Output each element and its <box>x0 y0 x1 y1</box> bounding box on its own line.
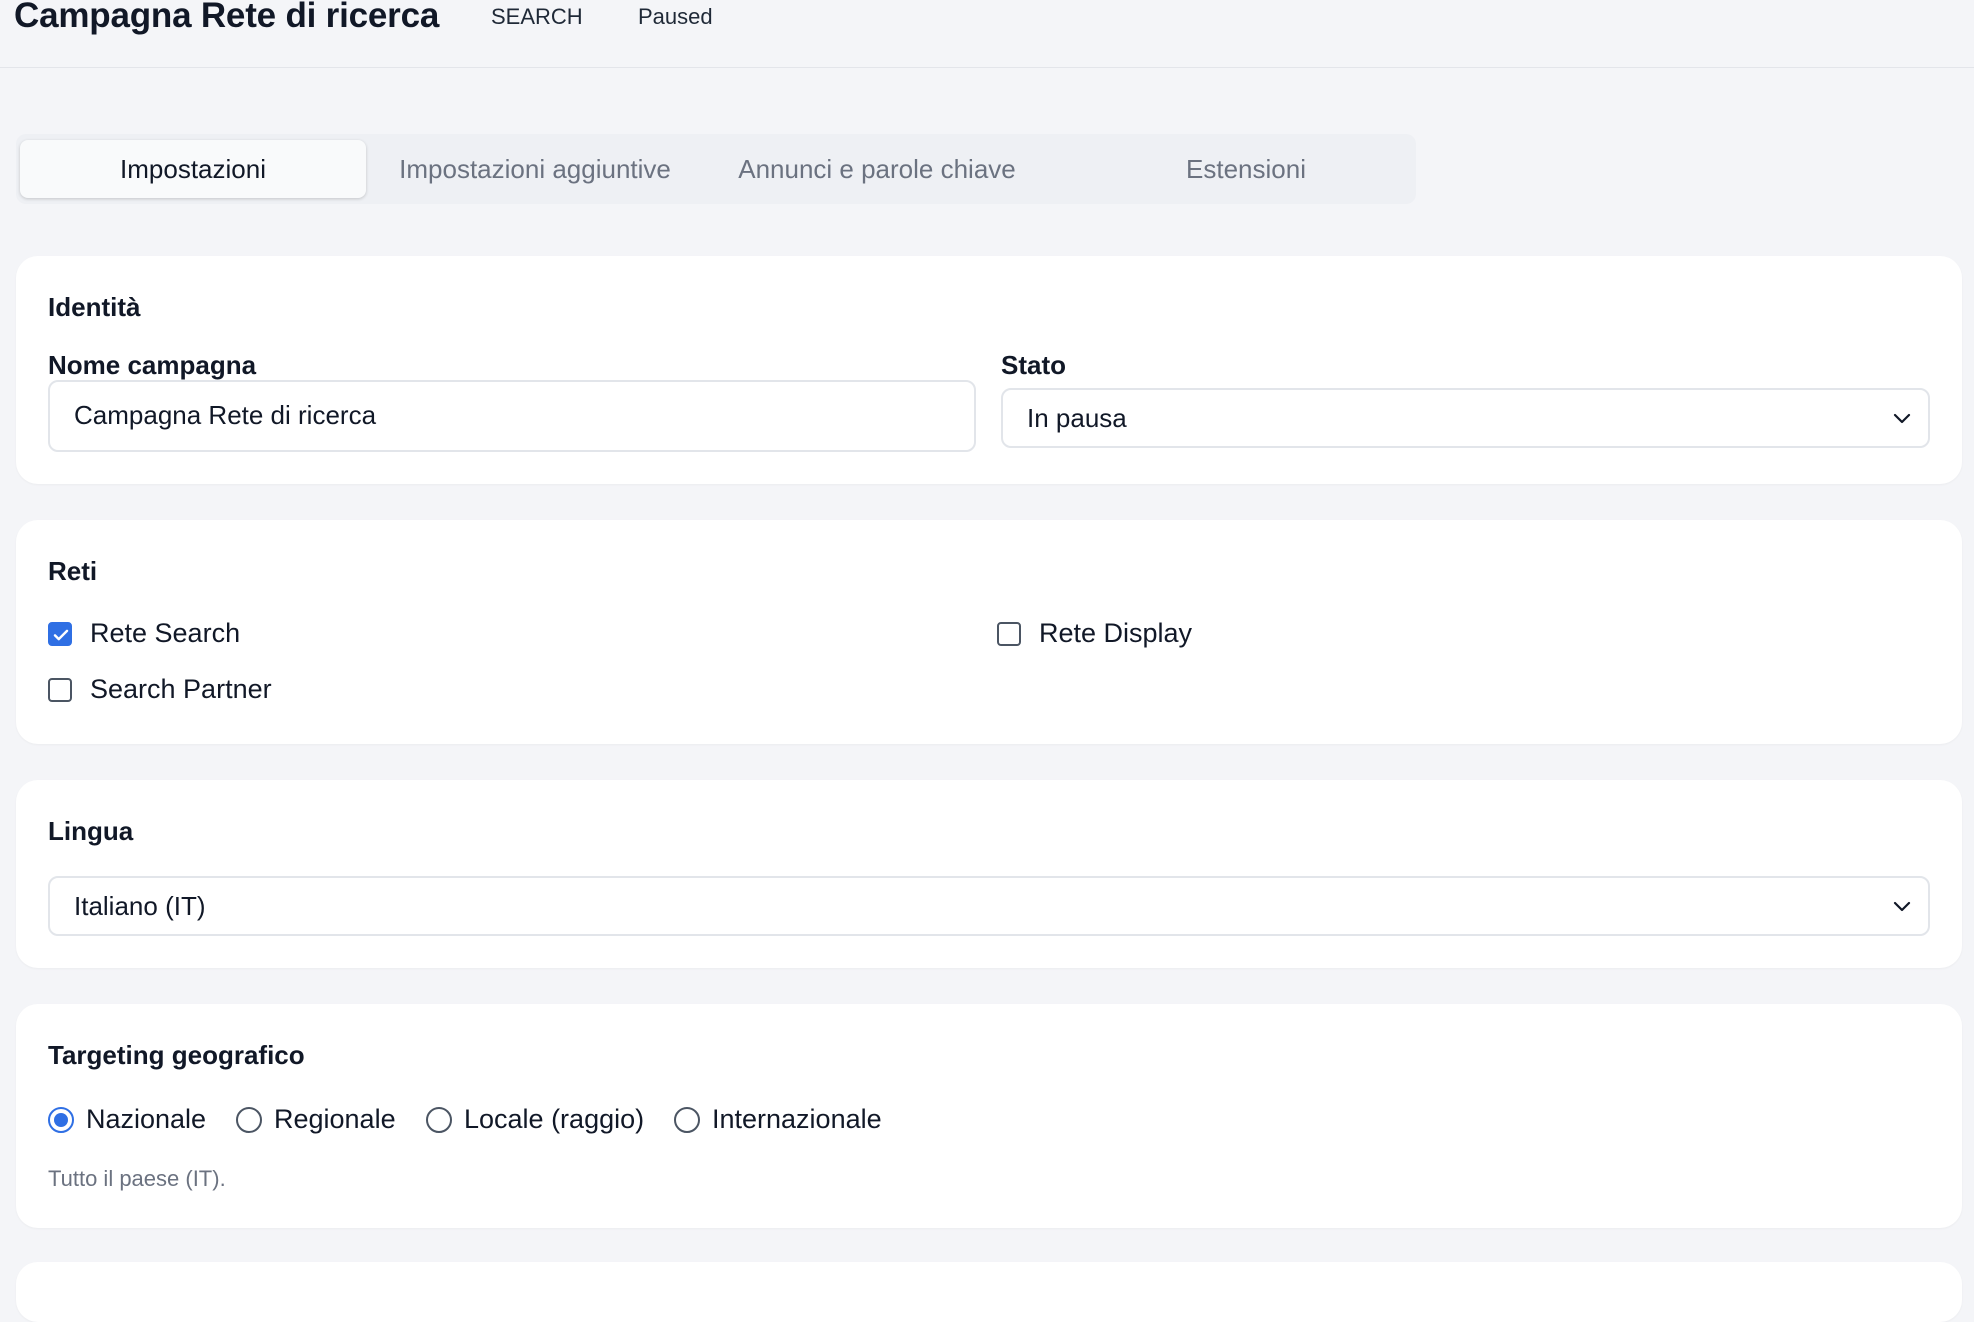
radio-locale[interactable]: Locale (raggio) <box>426 1104 644 1135</box>
language-card-title: Lingua <box>48 816 134 846</box>
checkbox-label: Rete Search <box>90 618 241 648</box>
radio-selected-icon[interactable] <box>48 1106 74 1133</box>
radio-unselected-icon[interactable] <box>674 1106 700 1133</box>
next-card <box>16 1262 1962 1322</box>
page-title: Campagna Rete di ricerca <box>14 0 440 35</box>
campaign-status-badge: Paused <box>638 4 713 29</box>
checkmark-icon <box>53 629 69 640</box>
checkbox-unchecked-icon[interactable] <box>48 677 72 702</box>
checkbox-unchecked-icon[interactable] <box>997 621 1021 646</box>
campaign-type-badge: SEARCH <box>491 4 583 29</box>
tab-estensioni[interactable]: Estensioni <box>1096 140 1396 198</box>
chevron-down-icon <box>1893 413 1911 424</box>
radio-internazionale[interactable]: Internazionale <box>674 1104 882 1135</box>
checkbox-rete-display[interactable]: Rete Display <box>997 618 1192 649</box>
checkbox-search-partner[interactable]: Search Partner <box>48 674 272 705</box>
tab-impostazioni[interactable]: Impostazioni <box>20 140 366 198</box>
radio-label: Regionale <box>274 1104 396 1134</box>
radio-label: Nazionale <box>86 1104 207 1134</box>
tab-bar: Impostazioni Impostazioni aggiuntive Ann… <box>16 134 1416 204</box>
checkbox-rete-search[interactable]: Rete Search <box>48 618 240 649</box>
language-select[interactable]: Italiano (IT) <box>48 876 1930 936</box>
campaign-name-label: Nome campagna <box>48 350 257 380</box>
checkbox-label: Rete Display <box>1039 618 1193 648</box>
campaign-name-input[interactable]: Campagna Rete di ricerca <box>48 380 976 452</box>
geo-help-text: Tutto il paese (IT). <box>48 1166 226 1191</box>
tab-annunci-parole-chiave[interactable]: Annunci e parole chiave <box>712 140 1042 198</box>
status-select[interactable]: In pausa <box>1001 388 1930 448</box>
identity-card: Identità Nome campagna Campagna Rete di … <box>16 256 1962 484</box>
language-select-value: Italiano (IT) <box>74 891 206 921</box>
tab-impostazioni-aggiuntive[interactable]: Impostazioni aggiuntive <box>370 140 700 198</box>
status-select-value: In pausa <box>1027 403 1127 433</box>
networks-card: Reti Rete Search Rete Display Search Par… <box>16 520 1962 744</box>
chevron-down-icon <box>1893 901 1911 912</box>
identity-card-title: Identità <box>48 292 141 322</box>
status-label: Stato <box>1001 350 1066 380</box>
radio-label: Internazionale <box>712 1104 882 1134</box>
geo-targeting-card: Targeting geografico Nazionale Regionale… <box>16 1004 1962 1228</box>
checkbox-checked-icon[interactable] <box>48 621 72 646</box>
page-header: Campagna Rete di ricerca SEARCH Paused <box>0 0 1974 68</box>
radio-nazionale[interactable]: Nazionale <box>48 1104 206 1135</box>
networks-card-title: Reti <box>48 556 98 586</box>
geo-card-title: Targeting geografico <box>48 1040 305 1070</box>
radio-unselected-icon[interactable] <box>426 1106 452 1133</box>
language-card: Lingua Italiano (IT) <box>16 780 1962 968</box>
radio-unselected-icon[interactable] <box>236 1106 262 1133</box>
radio-regionale[interactable]: Regionale <box>236 1104 396 1135</box>
radio-label: Locale (raggio) <box>464 1104 645 1134</box>
checkbox-label: Search Partner <box>90 674 272 704</box>
